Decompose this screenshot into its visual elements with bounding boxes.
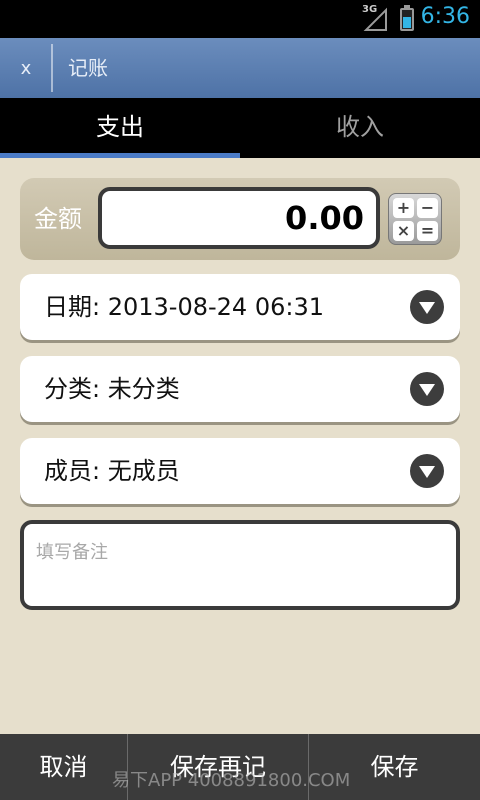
- minus-icon: −: [417, 198, 438, 218]
- close-button[interactable]: x: [0, 38, 52, 98]
- date-selector[interactable]: 日期: 2013-08-24 06:31: [20, 274, 460, 340]
- amount-label: 金额: [34, 205, 82, 233]
- amount-value: 0.00: [285, 199, 364, 237]
- amount-input[interactable]: 0.00: [98, 187, 380, 249]
- category-selector[interactable]: 分类: 未分类: [20, 356, 460, 422]
- notes-field[interactable]: [24, 524, 456, 606]
- category-label: 分类: 未分类: [44, 375, 180, 403]
- title-bar: x 记账: [0, 38, 480, 98]
- battery-icon: [400, 5, 414, 31]
- page-title: 记账: [68, 56, 108, 80]
- chevron-down-icon: [410, 290, 444, 324]
- amount-panel: 金额 0.00 + − × =: [20, 178, 460, 260]
- member-selector[interactable]: 成员: 无成员: [20, 438, 460, 504]
- chevron-down-icon: [410, 454, 444, 488]
- tab-indicator: [0, 153, 240, 158]
- status-bar: 3G 6:36: [0, 0, 480, 38]
- tab-income[interactable]: 收入: [240, 98, 480, 158]
- equals-icon: =: [417, 221, 438, 241]
- multiply-icon: ×: [393, 221, 414, 241]
- cancel-button[interactable]: 取消: [0, 734, 127, 800]
- plus-icon: +: [393, 198, 414, 218]
- watermark: 易下APP 4008891800.COM: [112, 770, 351, 791]
- signal-icon: 3G: [362, 4, 388, 32]
- chevron-down-icon: [410, 372, 444, 406]
- calculator-button[interactable]: + − × =: [388, 193, 442, 245]
- title-divider: [51, 44, 53, 92]
- tab-bar: 支出 收入: [0, 98, 480, 158]
- date-label: 日期: 2013-08-24 06:31: [44, 293, 324, 321]
- notes-field-container: [20, 520, 460, 610]
- member-label: 成员: 无成员: [44, 457, 180, 485]
- tab-expense[interactable]: 支出: [0, 98, 240, 158]
- clock: 6:36: [420, 4, 470, 29]
